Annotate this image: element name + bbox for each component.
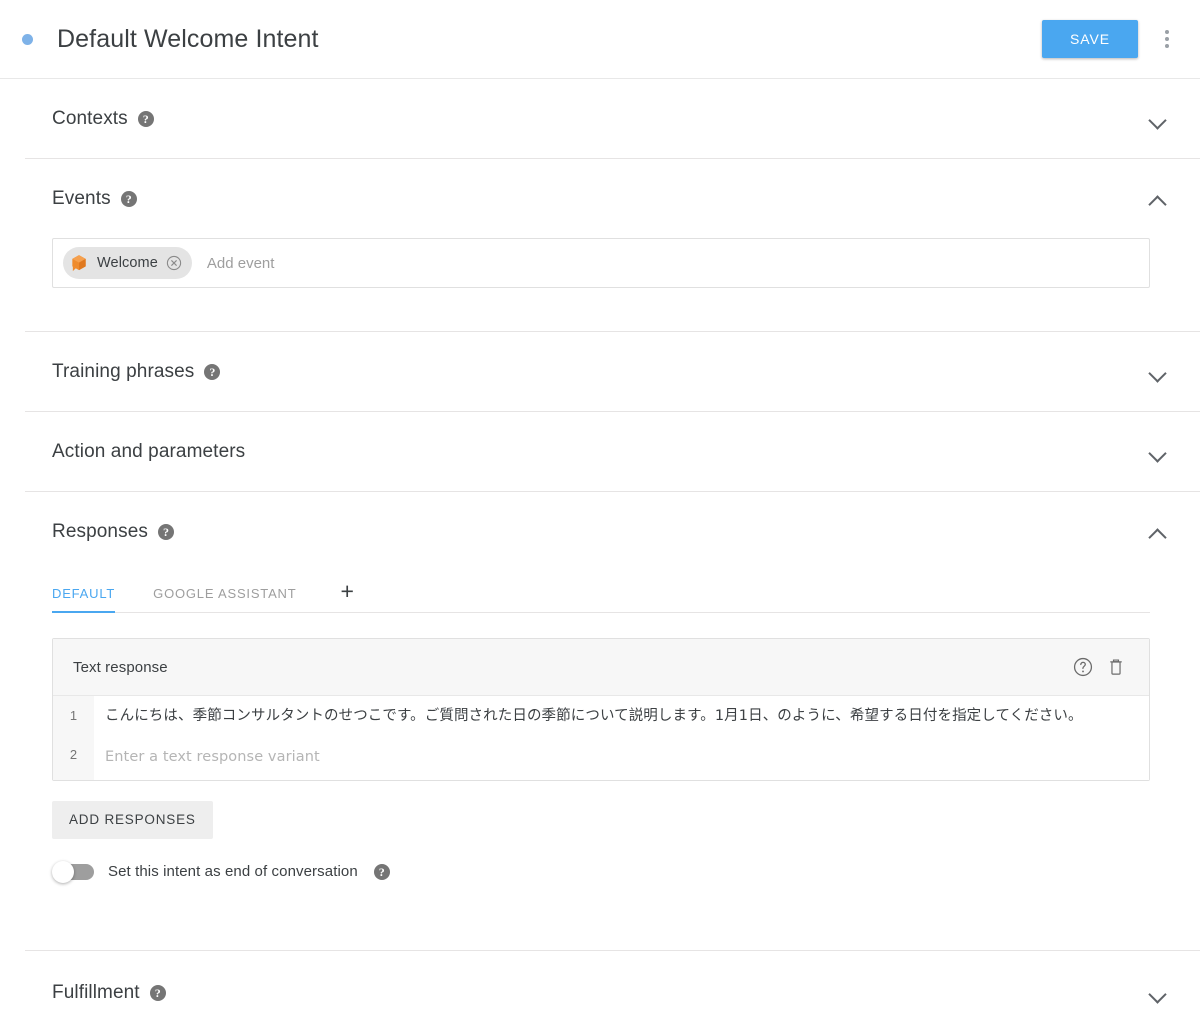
help-icon[interactable]: ? bbox=[373, 863, 390, 880]
page-header: Default Welcome Intent SAVE bbox=[0, 0, 1200, 79]
section-action-and-parameters[interactable]: Action and parameters bbox=[0, 412, 1200, 491]
section-fulfillment[interactable]: Fulfillment ? bbox=[0, 951, 1200, 1032]
section-title-contexts: Contexts bbox=[52, 107, 128, 129]
events-body: Welcome Add event bbox=[0, 238, 1200, 331]
section-title-training-phrases: Training phrases bbox=[52, 360, 195, 382]
more-options-icon[interactable] bbox=[1150, 20, 1184, 58]
end-of-conversation-toggle[interactable] bbox=[52, 860, 94, 883]
trash-icon[interactable] bbox=[1105, 656, 1127, 678]
section-title-responses: Responses bbox=[52, 520, 148, 542]
event-input[interactable]: Welcome Add event bbox=[52, 238, 1150, 288]
help-outline-icon[interactable] bbox=[1072, 656, 1094, 678]
response-tabs: DEFAULT GOOGLE ASSISTANT + bbox=[52, 571, 1150, 613]
text-response-input[interactable]: こんにちは、季節コンサルタントのせつこです。ご質問された日の季節について説明しま… bbox=[94, 696, 1149, 738]
chevron-down-icon[interactable] bbox=[1146, 107, 1170, 131]
toggle-knob bbox=[52, 860, 74, 883]
event-chip-welcome[interactable]: Welcome bbox=[63, 247, 192, 279]
add-tab-icon[interactable]: + bbox=[332, 580, 361, 612]
chevron-up-icon[interactable] bbox=[1146, 520, 1170, 544]
section-responses[interactable]: Responses ? bbox=[0, 492, 1200, 571]
help-icon[interactable]: ? bbox=[157, 523, 174, 540]
section-training-phrases[interactable]: Training phrases ? bbox=[0, 332, 1200, 411]
events-bottom-spacer bbox=[52, 288, 1150, 331]
section-title-action-and-parameters: Action and parameters bbox=[52, 440, 246, 462]
tab-google-assistant[interactable]: GOOGLE ASSISTANT bbox=[153, 586, 310, 612]
responses-bottom-spacer bbox=[52, 883, 1150, 950]
row-number: 1 bbox=[53, 696, 94, 739]
help-icon[interactable]: ? bbox=[204, 363, 221, 380]
section-contexts[interactable]: Contexts ? bbox=[0, 79, 1200, 158]
intent-status-dot bbox=[22, 33, 33, 45]
dialogflow-icon bbox=[69, 253, 89, 273]
chevron-down-icon[interactable] bbox=[1146, 981, 1170, 1005]
event-chip-label: Welcome bbox=[97, 255, 158, 271]
save-button[interactable]: SAVE bbox=[1042, 20, 1138, 58]
page-title: Default Welcome Intent bbox=[57, 24, 319, 53]
intent-editor-page: Default Welcome Intent SAVE Contexts ? E… bbox=[0, 0, 1200, 1032]
text-response-rows: 1 こんにちは、季節コンサルタントのせつこです。ご質問された日の季節について説明… bbox=[53, 696, 1149, 780]
text-response-variant-input[interactable]: Enter a text response variant bbox=[94, 738, 1149, 779]
section-events[interactable]: Events ? bbox=[0, 159, 1200, 238]
end-of-conversation-row: Set this intent as end of conversation ? bbox=[52, 860, 1150, 883]
tab-default[interactable]: DEFAULT bbox=[52, 586, 131, 613]
end-of-conversation-label: Set this intent as end of conversation bbox=[108, 863, 358, 881]
add-event-placeholder[interactable]: Add event bbox=[207, 255, 275, 272]
responses-body: DEFAULT GOOGLE ASSISTANT + Text response bbox=[0, 571, 1200, 950]
dot bbox=[1165, 30, 1169, 34]
remove-chip-icon[interactable] bbox=[166, 255, 182, 271]
chevron-down-icon[interactable] bbox=[1146, 360, 1170, 384]
help-icon[interactable]: ? bbox=[137, 110, 154, 127]
text-response-card: Text response 1 こんにちは、季節コンサルタントのせつこです。ご質… bbox=[52, 638, 1150, 781]
add-responses-button[interactable]: ADD RESPONSES bbox=[52, 800, 213, 839]
chevron-down-icon[interactable] bbox=[1146, 440, 1170, 464]
help-icon[interactable]: ? bbox=[120, 190, 137, 207]
dot bbox=[1165, 44, 1169, 48]
section-title-events: Events bbox=[52, 187, 111, 209]
text-response-title: Text response bbox=[73, 658, 168, 676]
chevron-up-icon[interactable] bbox=[1146, 187, 1170, 211]
text-response-row[interactable]: 2 Enter a text response variant bbox=[53, 738, 1149, 780]
section-title-fulfillment: Fulfillment bbox=[52, 982, 140, 1004]
dot bbox=[1165, 37, 1169, 41]
row-number: 2 bbox=[53, 738, 94, 780]
text-response-row[interactable]: 1 こんにちは、季節コンサルタントのせつこです。ご質問された日の季節について説明… bbox=[53, 696, 1149, 739]
text-response-card-header: Text response bbox=[53, 639, 1149, 696]
help-icon[interactable]: ? bbox=[149, 985, 166, 1002]
